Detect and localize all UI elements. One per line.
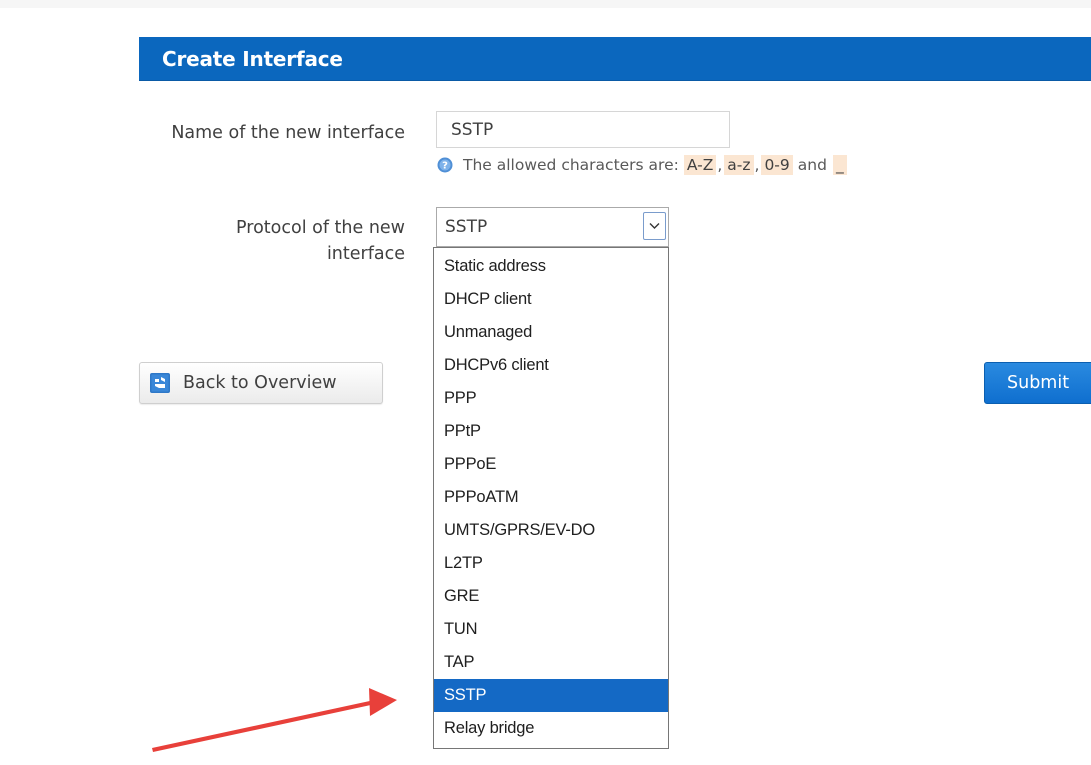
- help-circle-icon: ?: [437, 157, 453, 173]
- allowed-characters-hint: ? The allowed characters are: A-Z , a-z …: [437, 152, 847, 178]
- back-to-overview-button[interactable]: Back to Overview: [139, 362, 383, 404]
- hint-and: and: [797, 156, 827, 174]
- protocol-option[interactable]: TUN: [434, 613, 668, 646]
- red-arrow-head: [369, 688, 397, 716]
- protocol-select-value: SSTP: [445, 217, 488, 237]
- interface-name-input[interactable]: [436, 111, 730, 148]
- allowed-char-underscore: _: [832, 155, 847, 175]
- section-header: Create Interface: [139, 37, 1091, 81]
- hint-separator: ,: [717, 156, 723, 174]
- svg-text:?: ?: [442, 161, 448, 172]
- protocol-option[interactable]: DHCP client: [434, 283, 668, 316]
- protocol-option[interactable]: Unmanaged: [434, 316, 668, 349]
- protocol-dropdown-list: Static address DHCP client Unmanaged DHC…: [433, 247, 669, 749]
- protocol-option[interactable]: PPPoATM: [434, 481, 668, 514]
- submit-button-label: Submit: [1007, 373, 1070, 393]
- protocol-option[interactable]: PPPoE: [434, 448, 668, 481]
- submit-button[interactable]: Submit: [984, 362, 1091, 404]
- page: Create Interface Name of the new interfa…: [0, 0, 1091, 765]
- hint-text: The allowed characters are:: [463, 156, 679, 174]
- protocol-option[interactable]: GRE: [434, 580, 668, 613]
- name-field-label: Name of the new interface: [171, 123, 405, 143]
- protocol-option[interactable]: TAP: [434, 646, 668, 679]
- protocol-option[interactable]: Static address: [434, 250, 668, 283]
- top-strip: [0, 0, 1091, 8]
- protocol-option[interactable]: PPP: [434, 382, 668, 415]
- protocol-field-label: Protocol of the new interface: [236, 218, 405, 264]
- back-button-label: Back to Overview: [183, 373, 337, 393]
- red-arrow-shaft: [152, 699, 380, 752]
- back-app-icon: [150, 373, 170, 393]
- protocol-option[interactable]: DHCPv6 client: [434, 349, 668, 382]
- allowed-char-lowercase: a-z: [724, 155, 754, 175]
- chevron-down-icon[interactable]: [643, 212, 666, 240]
- hint-separator: ,: [754, 156, 760, 174]
- allowed-char-digits: 0-9: [761, 155, 793, 175]
- section-title: Create Interface: [162, 47, 343, 71]
- protocol-option[interactable]: PPtP: [434, 415, 668, 448]
- protocol-option[interactable]: UMTS/GPRS/EV-DO: [434, 514, 668, 547]
- allowed-char-uppercase: A-Z: [683, 155, 717, 175]
- protocol-select[interactable]: SSTP: [436, 207, 669, 247]
- protocol-option[interactable]: L2TP: [434, 547, 668, 580]
- protocol-option[interactable]: Relay bridge: [434, 712, 668, 745]
- protocol-option-selected[interactable]: SSTP: [434, 679, 668, 712]
